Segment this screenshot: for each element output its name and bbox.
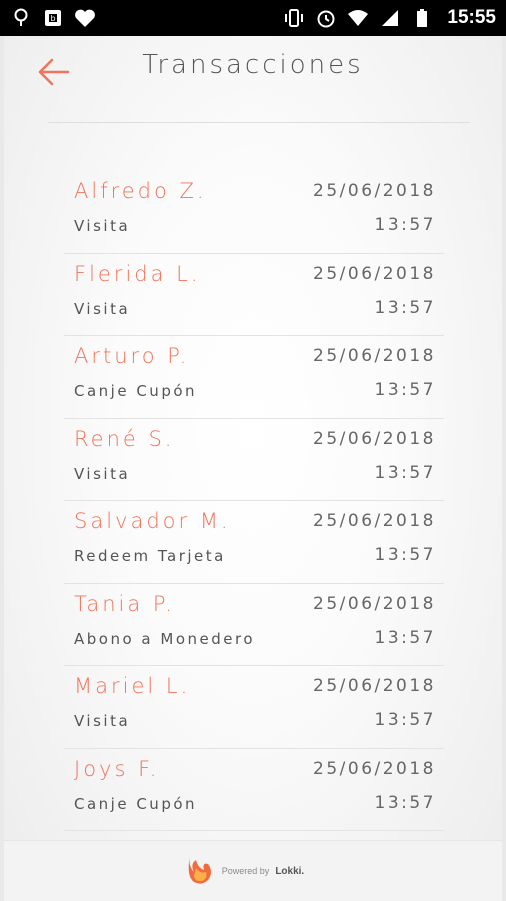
- transaction-row[interactable]: Salvador M. 25/06/2018 Redeem Tarjeta 13…: [64, 501, 444, 584]
- transaction-date: 25/06/2018: [313, 511, 436, 531]
- customer-name: Mariel L.: [74, 674, 191, 698]
- transaction-date: 25/06/2018: [313, 428, 436, 449]
- transaction-time: 13:57: [374, 215, 436, 235]
- transaction-type: Visita: [74, 299, 131, 318]
- header-divider: [48, 122, 470, 123]
- brand-name: Lokki.: [275, 865, 305, 877]
- flame-logo-icon: [182, 852, 216, 890]
- transaction-date: 25/06/2018: [313, 346, 436, 366]
- transactions-screen: Transacciones Alfredo Z. 25/06/2018 Visi…: [4, 36, 502, 901]
- heart-icon: [74, 7, 96, 29]
- alarm-icon: [315, 7, 337, 29]
- page-title: Transacciones: [142, 50, 364, 80]
- svg-text:b: b: [50, 14, 55, 23]
- transaction-date: 25/06/2018: [313, 181, 436, 201]
- wifi-icon: [347, 7, 369, 29]
- app-header: Transacciones: [4, 36, 502, 123]
- transaction-date: 25/06/2018: [313, 676, 436, 696]
- transaction-type: Visita: [74, 712, 131, 730]
- transaction-type: Abono a Monedero: [74, 629, 255, 648]
- status-bar: b 15:55: [0, 0, 506, 36]
- customer-name: Salvador M.: [74, 509, 231, 533]
- transaction-row[interactable]: Joys F. 25/06/2018 Canje Cupón 13:57: [64, 749, 444, 831]
- vibrate-icon: [283, 7, 305, 29]
- transaction-list: Alfredo Z. 25/06/2018 Visita 13:57 Fleri…: [64, 171, 444, 831]
- transaction-type: Visita: [74, 217, 131, 235]
- customer-name: Flerida L.: [74, 261, 201, 286]
- transaction-type: Visita: [74, 464, 131, 483]
- transaction-date: 25/06/2018: [313, 758, 436, 779]
- transaction-row[interactable]: Tania P. 25/06/2018 Abono a Monedero 13:…: [64, 584, 444, 666]
- signal-icon: [379, 7, 401, 29]
- transaction-time: 13:57: [374, 710, 436, 730]
- powered-by-text: Powered by: [221, 866, 270, 876]
- transaction-time: 13:57: [374, 545, 436, 565]
- photo-icon: b: [42, 7, 64, 29]
- transaction-time: 13:57: [374, 792, 436, 813]
- transaction-type: Canje Cupón: [74, 794, 198, 813]
- clock: 15:55: [447, 7, 496, 28]
- transaction-date: 25/06/2018: [313, 593, 436, 614]
- powered-by-badge[interactable]: Powered by Lokki.: [182, 852, 304, 890]
- customer-name: Joys F.: [74, 756, 160, 781]
- footer: Powered by Lokki.: [4, 840, 502, 901]
- transaction-row[interactable]: René S. 25/06/2018 Visita 13:57: [64, 419, 444, 501]
- transaction-time: 13:57: [374, 462, 436, 483]
- transaction-row[interactable]: Flerida L. 25/06/2018 Visita 13:57: [64, 254, 444, 336]
- transaction-row[interactable]: Mariel L. 25/06/2018 Visita 13:57: [64, 666, 444, 749]
- transaction-time: 13:57: [374, 627, 436, 648]
- transaction-type: Canje Cupón: [74, 382, 198, 400]
- transaction-row[interactable]: Arturo P. 25/06/2018 Canje Cupón 13:57: [64, 336, 444, 419]
- customer-name: Alfredo Z.: [74, 179, 207, 203]
- customer-name: Arturo P.: [74, 344, 190, 368]
- transaction-date: 25/06/2018: [313, 263, 436, 284]
- transaction-time: 13:57: [374, 380, 436, 400]
- customer-name: Tania P.: [74, 591, 175, 616]
- transaction-time: 13:57: [374, 297, 436, 318]
- customer-name: René S.: [74, 426, 175, 451]
- location-icon: [10, 7, 32, 29]
- battery-icon: [411, 7, 433, 29]
- transaction-row[interactable]: Alfredo Z. 25/06/2018 Visita 13:57: [64, 171, 444, 254]
- transaction-type: Redeem Tarjeta: [74, 547, 226, 565]
